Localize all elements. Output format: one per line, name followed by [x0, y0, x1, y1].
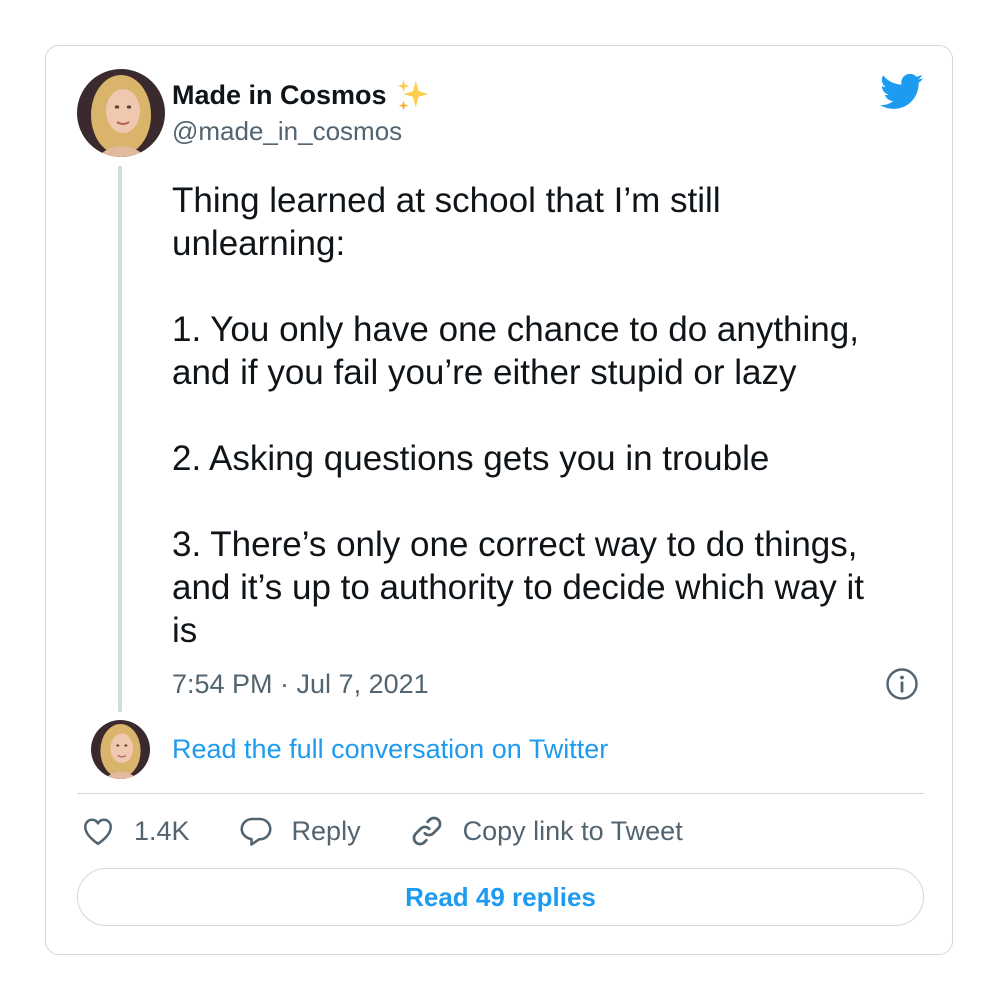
- link-icon: [412, 816, 441, 846]
- like-count: 1.4K: [134, 816, 190, 846]
- conversation-avatar[interactable]: [91, 720, 150, 779]
- tweet-timestamp[interactable]: 7:54 PM · Jul 7, 2021: [172, 666, 429, 702]
- read-replies-label: Read 49 replies: [405, 881, 596, 912]
- author-display-name[interactable]: Made in Cosmos: [172, 78, 429, 112]
- reply-icon: [240, 817, 272, 846]
- copy-link-button[interactable]: Copy link to Tweet: [409, 813, 683, 849]
- author-handle[interactable]: @made_in_cosmos: [172, 114, 402, 148]
- tweet-card: Made in Cosmos @made_in_cosmos Thing lea…: [45, 45, 953, 955]
- sparkles-icon: [397, 79, 428, 111]
- reply-button[interactable]: Reply: [238, 813, 361, 849]
- heart-icon: [83, 818, 113, 846]
- divider: [77, 793, 924, 794]
- reply-label: Reply: [291, 816, 361, 846]
- like-button[interactable]: 1.4K: [80, 813, 190, 849]
- tweet-text: Thing learned at school that I’m still u…: [172, 181, 864, 650]
- read-full-conversation-link[interactable]: Read the full conversation on Twitter: [172, 731, 608, 767]
- tweet-actions: 1.4K Reply Copy link to Tweet: [80, 812, 731, 850]
- author-name-text[interactable]: Made in Cosmos: [172, 80, 387, 110]
- info-icon[interactable]: [885, 667, 919, 701]
- thread-line: [118, 166, 122, 712]
- twitter-logo-icon[interactable]: [880, 73, 924, 111]
- copy-link-label: Copy link to Tweet: [462, 816, 683, 846]
- read-replies-button[interactable]: Read 49 replies: [77, 868, 924, 926]
- author-avatar[interactable]: [77, 69, 165, 157]
